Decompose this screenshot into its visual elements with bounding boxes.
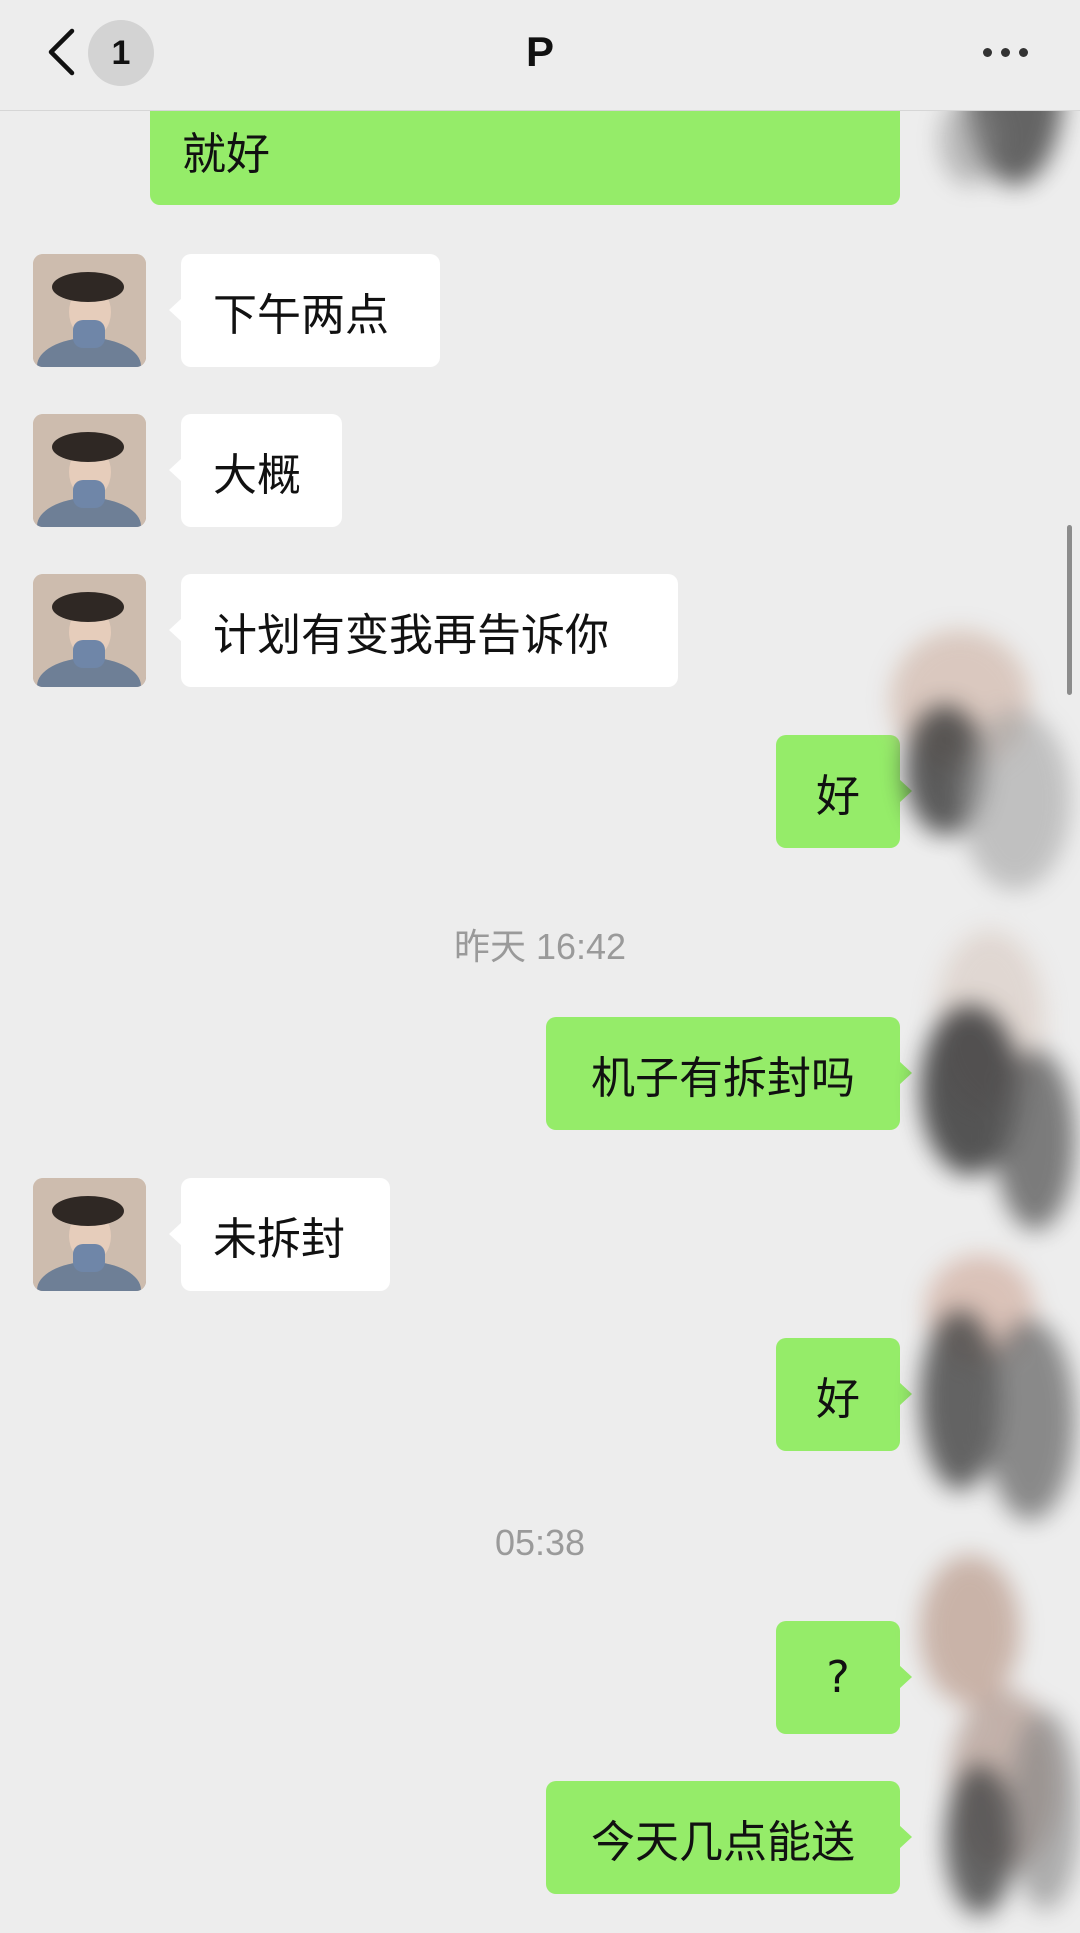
contact-avatar[interactable] [33,574,146,687]
message-bubble-incoming[interactable]: 大概 [169,414,342,527]
unread-count-badge[interactable]: 1 [88,20,154,86]
more-button[interactable] [970,30,1040,74]
timestamp-divider: 05:38 [494,1522,586,1563]
message-text: 好 [816,1373,860,1425]
message-text: 今天几点能送 [591,1816,855,1868]
message-text: 机子有拆封吗 [591,1052,855,1104]
back-button[interactable] [36,22,86,82]
more-dot [1000,47,1010,57]
avatar-photo [33,1178,146,1291]
avatar-photo [33,574,146,687]
message-text: 未拆封 [213,1213,345,1265]
more-dot [982,47,992,57]
message-bubble-incoming[interactable]: 计划有变我再告诉你 [169,574,678,687]
chat-message-list[interactable]: 就好 下午两点 大概 计划有变我再告诉你 好 昨天 16:42 机子有拆封吗 未… [0,0,1080,1929]
timestamp-divider: 昨天 16:42 [453,926,627,967]
message-text: 下午两点 [213,289,389,341]
message-bubble-outgoing[interactable]: 好 [776,735,912,848]
chevron-left-icon [48,28,75,76]
message-bubble-outgoing[interactable]: ? [776,1621,912,1734]
contact-avatar[interactable] [33,254,146,367]
more-dot [1018,47,1028,57]
message-bubble-outgoing[interactable]: 机子有拆封吗 [546,1017,912,1130]
chat-title: P [525,28,554,75]
chat-header: 1 P [0,0,1080,111]
scrollbar[interactable] [1067,525,1072,695]
message-bubble-incoming[interactable]: 下午两点 [169,254,440,367]
message-bubble-outgoing[interactable]: 今天几点能送 [546,1781,912,1894]
contact-avatar[interactable] [33,1178,146,1291]
message-bubble-incoming[interactable]: 未拆封 [169,1178,390,1291]
message-bubble-outgoing[interactable]: 好 [776,1338,912,1451]
avatar-photo [33,414,146,527]
message-text: 就好 [182,129,270,180]
message-text: ? [826,1652,850,1703]
avatar-photo [33,254,146,367]
contact-avatar[interactable] [33,414,146,527]
message-text: 计划有变我再告诉你 [213,609,609,661]
message-text: 好 [816,770,860,822]
message-text: 大概 [213,449,301,501]
message-bubble-outgoing[interactable]: 就好 [150,95,900,205]
